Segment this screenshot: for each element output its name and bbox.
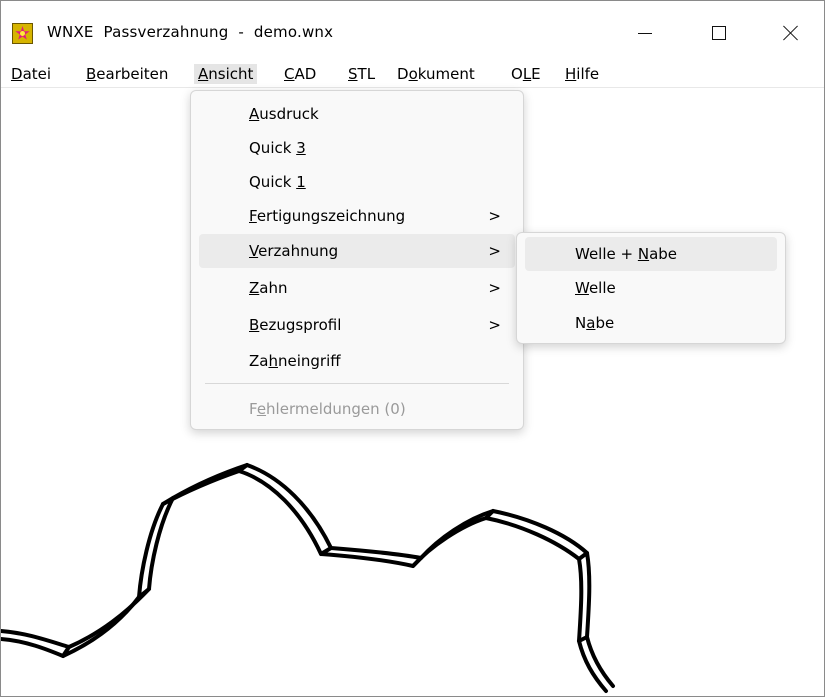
window-title: WNXE Passverzahnung - demo.wnx (47, 23, 333, 41)
maximize-icon (712, 26, 726, 40)
access-key: L (522, 65, 532, 83)
access-key: B (86, 65, 97, 83)
menu-item-label: Ausdruck (249, 105, 319, 123)
submenu-item-welle-nabe[interactable]: Welle + Nabe (525, 237, 777, 271)
access-key: h (268, 352, 278, 370)
menu-separator (205, 383, 509, 384)
menu-item-quick-3[interactable]: Quick 3 (199, 131, 515, 165)
menu-ansicht[interactable]: Ansicht (194, 64, 258, 84)
access-key: A (249, 105, 260, 123)
access-key: a (586, 314, 596, 332)
menu-item-zahneingriff[interactable]: Zahneingriff (199, 344, 515, 378)
maximize-button[interactable] (699, 17, 739, 49)
menu-item-label: Nabe (575, 314, 615, 332)
access-key: H (565, 65, 577, 83)
menu-item-label: Bezugsprofil (249, 316, 342, 334)
access-key: 1 (296, 173, 306, 191)
menu-item-label: Quick 1 (249, 173, 306, 191)
menu-bar: Datei Bearbeiten Ansicht CAD STL Dokumen… (1, 61, 824, 88)
access-key: A (198, 65, 209, 83)
star-center (20, 31, 25, 36)
title-bar[interactable]: WNXE Passverzahnung - demo.wnx (1, 1, 824, 61)
menu-item-quick-1[interactable]: Quick 1 (199, 165, 515, 199)
access-key: 3 (296, 139, 306, 157)
access-key: e (256, 400, 267, 418)
wnxe-app-icon[interactable] (12, 23, 33, 44)
menu-item-label: Verzahnung (249, 242, 339, 260)
menu-bearbeiten[interactable]: Bearbeiten (82, 64, 172, 84)
access-key: N (637, 245, 650, 263)
close-button[interactable] (771, 17, 811, 49)
close-icon (783, 25, 799, 41)
menu-item-fertigungszeichnung[interactable]: Fertigungszeichnung > (199, 199, 515, 233)
access-key: Z (249, 279, 260, 297)
menu-item-bezugsprofil[interactable]: Bezugsprofil > (199, 308, 515, 342)
access-key: F (249, 207, 257, 225)
minimize-button[interactable] (625, 17, 665, 49)
gear-outline-inner (1, 463, 615, 688)
menu-ole[interactable]: OLE (507, 64, 545, 84)
app-window: WNXE Passverzahnung - demo.wnx Datei Bea… (0, 0, 825, 697)
menu-item-label: Fertigungszeichnung (249, 207, 406, 225)
app-name: WNXE (47, 23, 94, 41)
menu-item-label: Welle + Nabe (575, 245, 678, 263)
chevron-right-icon: > (488, 207, 501, 225)
submenu-item-welle[interactable]: Welle (525, 271, 777, 305)
menu-item-label: Fehlermeldungen (0) (249, 400, 406, 418)
menu-item-label: Zahn (249, 279, 288, 297)
menu-item-fehlermeldungen: Fehlermeldungen (0) (199, 392, 515, 426)
menu-item-verzahnung[interactable]: Verzahnung > (199, 234, 515, 268)
menu-datei[interactable]: Datei (7, 64, 55, 84)
submenu-item-nabe[interactable]: Nabe (525, 306, 777, 340)
menu-cad[interactable]: CAD (280, 64, 320, 84)
access-key: V (249, 242, 259, 260)
minimize-icon (638, 32, 652, 34)
menu-item-zahn[interactable]: Zahn > (199, 271, 515, 305)
menu-dokument[interactable]: Dokument (393, 64, 479, 84)
chevron-right-icon: > (488, 242, 501, 260)
access-key: B (249, 316, 260, 334)
ansicht-menu: Ausdruck Quick 3 Quick 1 Fertigungszeich… (190, 90, 524, 430)
menu-item-label: Quick 3 (249, 139, 306, 157)
access-key: D (11, 65, 23, 83)
gear-tooth-edge-6 (411, 556, 423, 568)
menu-hilfe[interactable]: Hilfe (561, 64, 603, 84)
menu-item-label: Welle (575, 279, 616, 297)
chevron-right-icon: > (488, 279, 501, 297)
document-title: Passverzahnung - demo.wnx (103, 23, 334, 41)
menu-item-label: Zahneingriff (249, 352, 341, 370)
menu-stl[interactable]: STL (344, 64, 379, 84)
menu-item-ausdruck[interactable]: Ausdruck (199, 97, 515, 131)
access-key: W (575, 279, 589, 297)
access-key: S (348, 65, 358, 83)
access-key: o (408, 65, 418, 83)
chevron-right-icon: > (488, 316, 501, 334)
access-key: C (284, 65, 295, 83)
verzahnung-submenu: Welle + Nabe Welle Nabe (516, 232, 786, 344)
